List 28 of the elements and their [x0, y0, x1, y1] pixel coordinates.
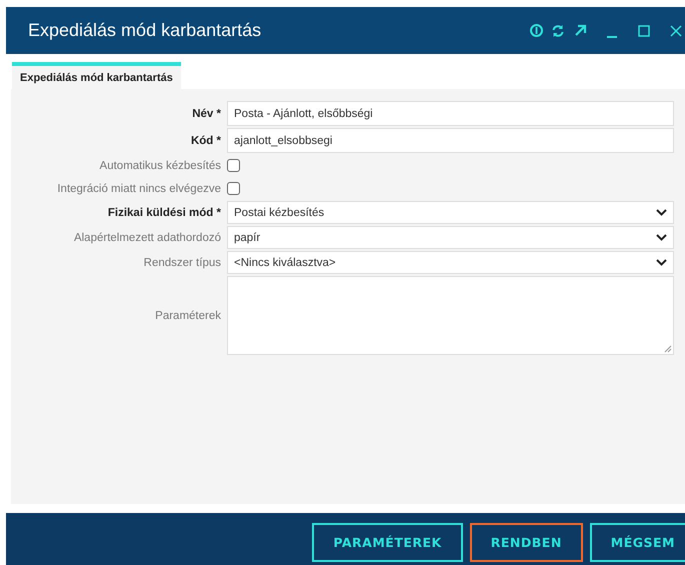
dropdown[interactable]: <Nincs kiválasztva>	[227, 251, 674, 274]
dialog-button[interactable]: PARAMÉTEREK	[312, 523, 463, 562]
maximize-icon[interactable]	[636, 22, 652, 38]
window-title: Expediálás mód karbantartás	[28, 20, 262, 41]
field-label: Paraméterek	[154, 310, 222, 322]
info-icon[interactable]	[528, 22, 544, 38]
dialog-button[interactable]: RENDBEN	[470, 523, 583, 562]
chevron-down-icon	[656, 234, 667, 241]
checkbox[interactable]	[227, 159, 240, 172]
field-label: Alapértelmezett adathordozó	[72, 232, 222, 244]
checkbox[interactable]	[227, 182, 240, 195]
text-field[interactable]: Posta - Ajánlott, elsőbbségi	[227, 101, 674, 126]
dialog-button[interactable]: MÉGSEM	[590, 523, 685, 562]
field-label: Kód *	[190, 134, 222, 146]
field-label: Automatikus kézbesítés	[98, 160, 222, 172]
dropdown[interactable]: Postai kézbesítés	[227, 201, 674, 224]
chevron-down-icon	[656, 209, 667, 216]
field-label: Fizikai küldési mód *	[106, 206, 222, 218]
chevron-down-icon	[656, 259, 667, 266]
text-field[interactable]: ajanlott_elsobbsegi	[227, 128, 674, 153]
refresh-icon[interactable]	[550, 22, 566, 38]
field-label: Rendszer típus	[142, 256, 222, 268]
resize-grip-icon[interactable]	[664, 345, 672, 353]
dropdown[interactable]: papír	[227, 226, 674, 249]
close-icon[interactable]	[668, 22, 684, 38]
field-label: Név *	[191, 108, 222, 120]
field-label: Integráció miatt nincs elvégezve	[56, 182, 222, 194]
tab[interactable]: Expediálás mód karbantartás	[12, 62, 181, 89]
